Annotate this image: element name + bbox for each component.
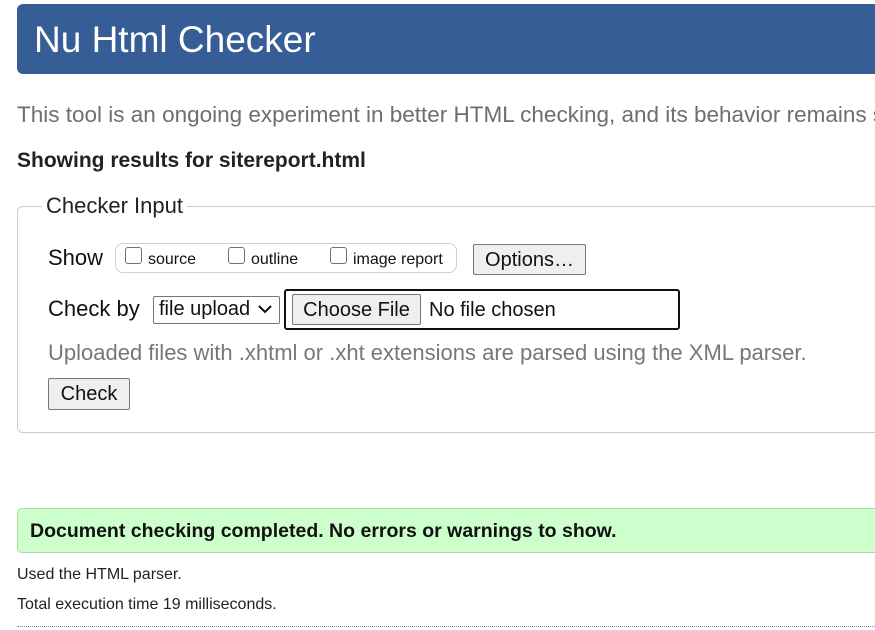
show-source-option[interactable]: source (125, 246, 197, 269)
chevron-down-icon (258, 305, 272, 314)
success-message-box: Document checking completed. No errors o… (17, 508, 875, 553)
source-checkbox[interactable] (125, 246, 142, 264)
show-outline-option[interactable]: outline (228, 246, 299, 269)
check-by-label: Check by (48, 296, 140, 321)
success-message: Document checking completed. No errors o… (30, 520, 617, 542)
check-by-select[interactable]: file upload (153, 296, 280, 324)
source-label: source (148, 251, 197, 268)
page: Nu Html Checker This tool is an ongoing … (0, 0, 875, 630)
show-options-group: source outline image report (115, 243, 457, 273)
header-banner: Nu Html Checker (17, 4, 875, 74)
checker-input-fieldset: Checker Input Show source outline image … (17, 193, 875, 433)
choose-file-button[interactable]: Choose File (292, 294, 421, 325)
file-status: No file chosen (429, 299, 556, 321)
check-by-value: file upload (159, 298, 251, 320)
intro-text: This tool is an ongoing experiment in be… (17, 102, 875, 127)
parser-info: Used the HTML parser. (17, 566, 182, 583)
outline-label: outline (251, 251, 299, 268)
options-button[interactable]: Options… (473, 244, 586, 275)
image-report-checkbox[interactable] (330, 246, 347, 264)
show-image-report-option[interactable]: image report (330, 246, 443, 269)
check-button[interactable]: Check (48, 378, 130, 410)
image-report-label: image report (353, 251, 443, 268)
file-upload-field[interactable]: Choose File No file chosen (284, 289, 680, 330)
execution-time: Total execution time 19 milliseconds. (17, 596, 277, 613)
results-heading: Showing results for sitereport.html (17, 149, 366, 172)
divider (17, 626, 875, 627)
page-title: Nu Html Checker (34, 19, 316, 60)
show-label: Show (48, 245, 104, 270)
upload-hint: Uploaded files with .xhtml or .xht exten… (48, 340, 807, 365)
outline-checkbox[interactable] (228, 246, 245, 264)
checker-input-legend: Checker Input (42, 193, 187, 219)
